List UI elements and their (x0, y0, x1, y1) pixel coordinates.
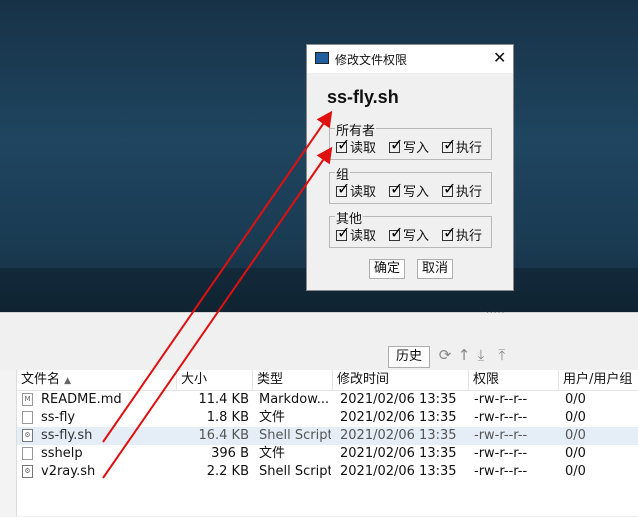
group-exec-checkbox[interactable]: 执行 (442, 180, 482, 202)
download-icon[interactable]: ⤓ (473, 347, 489, 363)
file-permission-dialog: 修改文件权限 ✕ ss-fly.sh 读取 写入 执行 所有者 读取 写入 执行… (306, 44, 514, 291)
other-read-checkbox[interactable]: 读取 (336, 224, 376, 246)
file-type: 文件 (259, 410, 286, 425)
file-size: 11.4 KB (198, 392, 249, 407)
file-size: 396 B (211, 446, 249, 461)
close-icon[interactable]: ✕ (493, 49, 506, 67)
file-type: Shell Script (259, 428, 331, 443)
file-type: 文件 (259, 446, 286, 461)
file-type: Shell Script (259, 464, 331, 479)
group-read-checkbox[interactable]: 读取 (336, 180, 376, 202)
col-mtime-header[interactable]: 修改时间 (333, 370, 469, 390)
shell-script-icon: ⚙ (22, 465, 33, 478)
history-button[interactable]: 历史 (388, 346, 430, 368)
markdown-file-icon: M (22, 393, 33, 406)
other-write-checkbox[interactable]: 写入 (389, 224, 429, 246)
file-owner: 0/0 (565, 410, 586, 425)
file-mtime: 2021/02/06 13:35 (340, 464, 457, 479)
upload-icon[interactable]: ⤒ (494, 347, 510, 363)
owner-exec-checkbox[interactable]: 执行 (442, 136, 482, 158)
file-mtime: 2021/02/06 13:35 (340, 446, 457, 461)
file-mtime: 2021/02/06 13:35 (340, 392, 457, 407)
sort-ascending-icon: ▲ (64, 376, 72, 386)
file-owner: 0/0 (565, 446, 586, 461)
col-size-header[interactable]: 大小 (177, 370, 253, 390)
col-perm-header[interactable]: 权限 (469, 370, 559, 390)
file-mtime: 2021/02/06 13:35 (340, 428, 457, 443)
file-mtime: 2021/02/06 13:35 (340, 410, 457, 425)
group-write-checkbox[interactable]: 写入 (389, 180, 429, 202)
other-exec-checkbox[interactable]: 执行 (442, 224, 482, 246)
left-pane (0, 370, 17, 516)
file-size: 1.8 KB (206, 410, 249, 425)
col-type-header[interactable]: 类型 (253, 370, 333, 390)
owner-write-checkbox[interactable]: 写入 (389, 136, 429, 158)
table-header: 文件名 ▲ 大小 类型 修改时间 权限 用户/用户组 (17, 370, 638, 391)
group-group: 读取 写入 执行 (329, 172, 492, 204)
file-size: 2.2 KB (206, 464, 249, 479)
dialog-title: 修改文件权限 (335, 53, 408, 67)
file-perm: -rw-r--r-- (474, 392, 528, 407)
file-size: 16.4 KB (198, 428, 249, 443)
splitter-handle[interactable]: ..... (486, 306, 505, 316)
ok-button[interactable]: 确定 (369, 259, 405, 279)
table-row[interactable]: ss-fly 1.8 KB 文件 2021/02/06 13:35 -rw-r-… (17, 409, 638, 427)
table-row[interactable]: sshelp 396 B 文件 2021/02/06 13:35 -rw-r--… (17, 445, 638, 463)
file-perm: -rw-r--r-- (474, 464, 528, 479)
col-owner-header[interactable]: 用户/用户组 (559, 370, 638, 390)
file-icon (22, 411, 33, 424)
file-name: sshelp (41, 446, 83, 461)
file-perm: -rw-r--r-- (474, 446, 528, 461)
file-table: 文件名 ▲ 大小 类型 修改时间 权限 用户/用户组 M README.md 1… (17, 370, 638, 516)
file-name: ss-fly (41, 410, 76, 425)
file-name: ss-fly.sh (41, 428, 93, 443)
table-row-selected[interactable]: ⚙ ss-fly.sh 16.4 KB Shell Script 2021/02… (17, 427, 638, 445)
cancel-button[interactable]: 取消 (417, 259, 453, 279)
shell-script-icon: ⚙ (22, 429, 33, 442)
file-name: v2ray.sh (41, 464, 96, 479)
file-type: Markdow... (259, 392, 330, 407)
file-perm: -rw-r--r-- (474, 410, 528, 425)
refresh-icon[interactable]: ⟳ (437, 347, 453, 363)
file-perm: -rw-r--r-- (474, 428, 528, 443)
file-icon (22, 447, 33, 460)
file-owner: 0/0 (565, 464, 586, 479)
dialog-filename: ss-fly.sh (327, 87, 399, 107)
app-icon (315, 52, 329, 64)
table-row[interactable]: ⚙ v2ray.sh 2.2 KB Shell Script 2021/02/0… (17, 463, 638, 481)
col-name-header[interactable]: 文件名 ▲ (17, 370, 177, 390)
file-owner: 0/0 (565, 428, 586, 443)
dialog-titlebar[interactable]: 修改文件权限 ✕ (307, 45, 513, 73)
group-group-label: 组 (335, 164, 351, 183)
up-arrow-icon[interactable]: ↑ (456, 347, 472, 363)
file-owner: 0/0 (565, 392, 586, 407)
owner-group-label: 所有者 (335, 120, 377, 139)
other-group-label: 其他 (335, 208, 364, 227)
col-name-label: 文件名 (21, 372, 61, 387)
owner-read-checkbox[interactable]: 读取 (336, 136, 376, 158)
file-name: README.md (41, 392, 122, 407)
table-row[interactable]: M README.md 11.4 KB Markdow... 2021/02/0… (17, 391, 638, 409)
